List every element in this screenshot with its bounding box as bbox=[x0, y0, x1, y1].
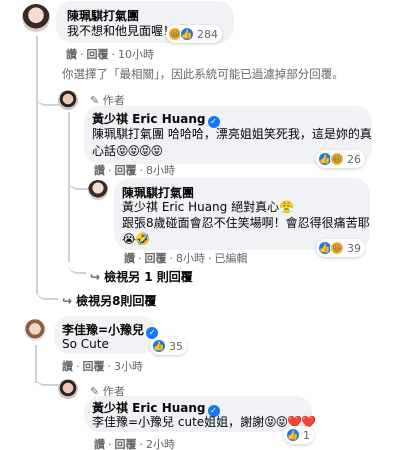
reaction-summary-c1[interactable]: 😆 👍 284 bbox=[166, 25, 222, 43]
timestamp[interactable]: 2小時 bbox=[146, 438, 175, 450]
comment-text: So Cute bbox=[62, 337, 109, 351]
reply-link[interactable]: 回覆 bbox=[115, 438, 137, 450]
view-more-replies-8[interactable]: ↪ 檢視另8則回覆 bbox=[62, 292, 156, 309]
reply-emoji: 😤 bbox=[279, 200, 295, 214]
reply-link[interactable]: 回覆 bbox=[145, 252, 167, 265]
like-reaction-icon: 👍 bbox=[152, 339, 166, 353]
reply-emoji-line: 😭🤣 bbox=[122, 232, 150, 246]
commenter-name[interactable]: 李佳豫=小豫兒 bbox=[62, 323, 144, 337]
reply-text-line2: 心話😝😝😝😝 bbox=[92, 143, 163, 160]
reaction-summary-r1[interactable]: 👍 😆 26 bbox=[316, 150, 365, 168]
like-link[interactable]: 讚 bbox=[124, 252, 135, 265]
reaction-count: 35 bbox=[169, 339, 183, 353]
reply-text-body: 李佳豫=小豫兒 cute姐姐，謝謝 bbox=[92, 415, 265, 429]
like-link[interactable]: 讚 bbox=[94, 164, 105, 177]
reply-text: 陳珮騏打氣團 哈哈哈，漂亮姐姐笑死我，這是妳的真 bbox=[92, 127, 372, 141]
reply-link[interactable]: 回覆 bbox=[83, 360, 105, 373]
haha-reaction-icon: 😆 bbox=[330, 152, 344, 166]
thread-connector bbox=[35, 372, 59, 386]
view-more-replies-1[interactable]: ↪ 檢視另 1 則回覆 bbox=[90, 268, 193, 285]
like-reaction-icon: 👍 bbox=[286, 428, 300, 442]
avatar-r3[interactable] bbox=[58, 379, 78, 399]
thread-line bbox=[68, 112, 70, 262]
edited-label: 已編輯 bbox=[214, 252, 248, 265]
comment-actions-c1: 讚 · 回覆 · 10小時 bbox=[66, 48, 154, 61]
like-link[interactable]: 讚 bbox=[62, 360, 73, 373]
comment-actions-r1: 讚 · 回覆 · 8小時 bbox=[94, 164, 175, 177]
avatar-c1[interactable] bbox=[22, 4, 50, 32]
reaction-summary-c2[interactable]: 👍 35 bbox=[150, 337, 187, 355]
thread-connector bbox=[68, 260, 86, 274]
reply-link[interactable]: 回覆 bbox=[115, 164, 137, 177]
reply-text: 李佳豫=小豫兒 cute姐姐，謝謝😝😝❤️❤️ bbox=[92, 414, 316, 431]
reply-link[interactable]: 回覆 bbox=[87, 48, 109, 61]
view-more-label: 檢視另8則回覆 bbox=[76, 294, 157, 308]
comment-actions-r2: 讚 · 回覆 · 8小時 · 已編輯 bbox=[124, 252, 248, 265]
like-link[interactable]: 讚 bbox=[94, 438, 105, 450]
comment-actions-r3: 讚 · 回覆 · 2小時 bbox=[94, 438, 175, 450]
avatar-c2[interactable] bbox=[24, 319, 46, 341]
like-link[interactable]: 讚 bbox=[66, 48, 77, 61]
timestamp[interactable]: 10小時 bbox=[118, 48, 154, 61]
reaction-count: 284 bbox=[197, 27, 218, 41]
reply-text-line2: 跟張8歲碰面會忍不住笑場啊！會忍得很痛苦耶 bbox=[122, 216, 370, 230]
timestamp[interactable]: 8小時 bbox=[176, 252, 205, 265]
reaction-count: 26 bbox=[347, 152, 361, 166]
reply-text: 黃少祺 Eric Huang 絕對真心😤 bbox=[122, 199, 294, 216]
reaction-count: 39 bbox=[347, 241, 361, 255]
like-reaction-icon: 👍 bbox=[180, 27, 194, 41]
reply-arrow-icon: ↪ bbox=[62, 294, 73, 308]
timestamp[interactable]: 8小時 bbox=[146, 164, 175, 177]
thread-connector bbox=[36, 90, 60, 106]
avatar-r2[interactable] bbox=[88, 180, 108, 200]
comment-actions-c2: 讚 · 回覆 · 3小時 bbox=[62, 360, 143, 373]
thread-connector bbox=[68, 176, 88, 190]
commenter-name[interactable]: 陳珮騏打氣團 bbox=[67, 7, 139, 24]
view-more-label: 檢視另 1 則回覆 bbox=[104, 270, 193, 284]
reply-emoji: 😝😝😝😝 bbox=[116, 144, 163, 158]
thread-connector bbox=[36, 286, 58, 300]
filter-notice: 你選擇了「最相關」，因此系統可能已過濾掉部分回覆。 bbox=[62, 67, 344, 81]
comment-text-body: 我不想和他見面喔！ bbox=[67, 24, 176, 38]
thread-line bbox=[36, 36, 38, 294]
commenter-name[interactable]: 黃少祺 Eric Huang bbox=[92, 401, 206, 415]
comment-bubble-r3: 黃少祺 Eric Huang ✓ 李佳豫=小豫兒 cute姐姐，謝謝😝😝❤️❤️ bbox=[84, 396, 316, 432]
avatar-r1[interactable] bbox=[58, 90, 78, 110]
reply-text-body: 心話 bbox=[92, 144, 117, 158]
reply-arrow-icon: ↪ bbox=[90, 270, 101, 284]
timestamp[interactable]: 3小時 bbox=[114, 360, 143, 373]
reaction-summary-r3[interactable]: 👍 1 bbox=[284, 426, 314, 444]
haha-reaction-icon: 😆 bbox=[330, 241, 344, 255]
comment-bubble-c2: 李佳豫=小豫兒 ✓ So Cute bbox=[54, 316, 159, 354]
reaction-count: 1 bbox=[303, 428, 310, 442]
reaction-summary-r2[interactable]: 👍 😆 39 bbox=[316, 239, 365, 257]
commenter-name[interactable]: 黃少祺 Eric Huang bbox=[92, 112, 206, 126]
reply-text-body: 黃少祺 Eric Huang 絕對真心 bbox=[122, 200, 280, 214]
